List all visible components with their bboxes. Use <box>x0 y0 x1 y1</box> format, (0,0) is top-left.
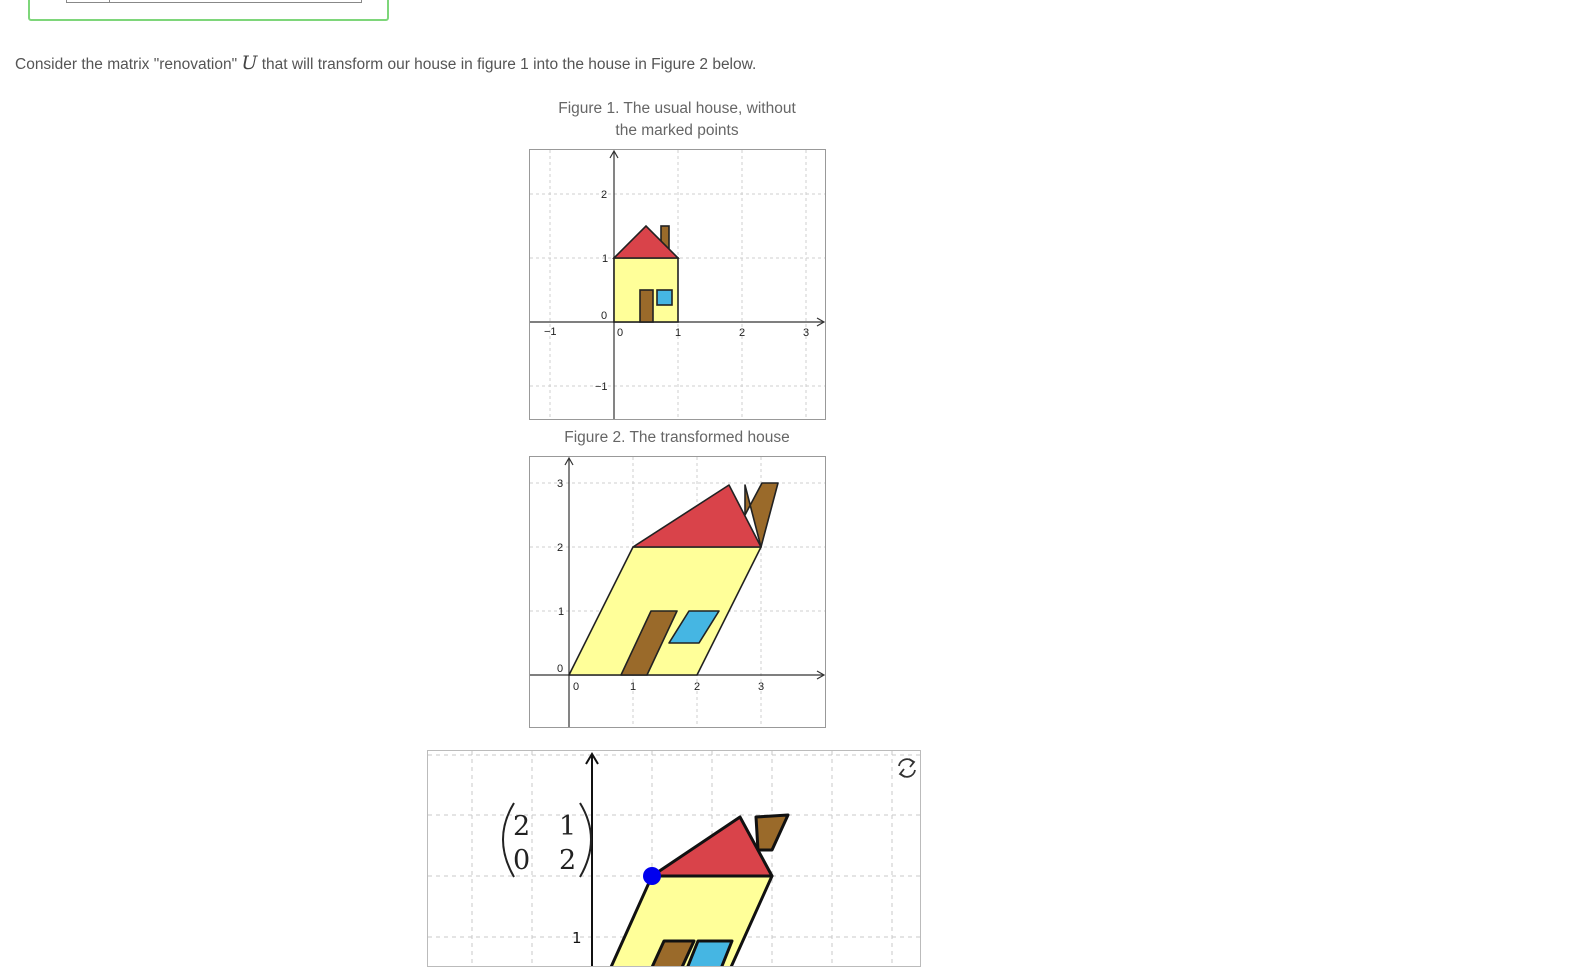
refresh-icon[interactable] <box>898 758 916 778</box>
x-tick: −1 <box>544 326 557 338</box>
figure1-caption-line1: Figure 1. The usual house, without <box>558 100 796 117</box>
draggable-point[interactable] <box>643 867 661 885</box>
matrix-entry-c: 0 <box>513 845 530 876</box>
y-tick: −1 <box>595 381 608 393</box>
figure1-svg: −1 0 1 2 3 2 1 0 −1 <box>530 150 825 419</box>
x-tick: 2 <box>739 327 745 339</box>
x-tick: 1 <box>630 681 636 693</box>
answer-box <box>28 0 389 21</box>
figure2-y-ticks: 3 2 1 0 <box>557 478 564 675</box>
y-tick: 2 <box>601 189 607 201</box>
x-tick: 2 <box>694 681 700 693</box>
applet-house <box>609 813 790 966</box>
x-tick: 1 <box>675 327 681 339</box>
x-tick: 3 <box>803 327 809 339</box>
applet-y-tick: 1 <box>572 929 582 947</box>
y-tick: 2 <box>557 542 563 554</box>
figure1-y-ticks: 2 1 0 −1 <box>595 189 608 393</box>
y-tick: 0 <box>601 310 607 322</box>
figure2-svg: 0 1 2 3 3 2 1 0 <box>530 457 825 727</box>
applet-svg: 2 1 0 2 1 <box>428 751 920 966</box>
figure1-caption-line2: the marked points <box>615 122 739 139</box>
right-paren <box>579 802 592 878</box>
figure2-graph: 0 1 2 3 3 2 1 0 <box>529 456 826 728</box>
figure2-x-ticks: 0 1 2 3 <box>573 681 764 693</box>
x-tick: 0 <box>573 681 579 693</box>
x-tick: 3 <box>758 681 764 693</box>
matrix-display: 2 1 0 2 <box>502 802 592 878</box>
matrix-entry-d: 2 <box>559 845 576 876</box>
matrix-entry-b: 1 <box>559 811 576 842</box>
chimney <box>754 813 790 852</box>
matrix-symbol: U <box>241 52 258 74</box>
y-tick: 0 <box>557 663 563 675</box>
figure1-house <box>612 224 680 323</box>
y-tick: 1 <box>558 606 564 618</box>
window <box>656 289 673 306</box>
figure2-house <box>568 482 779 676</box>
intro-before: Consider the matrix "renovation" <box>15 56 242 73</box>
figure2-caption: Figure 2. The transformed house <box>564 429 790 446</box>
matrix-applet[interactable]: 2 1 0 2 1 <box>427 750 921 967</box>
x-tick: 0 <box>617 327 623 339</box>
matrix-entry-a: 2 <box>513 811 530 842</box>
y-tick: 1 <box>602 253 608 265</box>
figure1-graph: −1 0 1 2 3 2 1 0 −1 <box>529 149 826 420</box>
door <box>639 289 654 323</box>
figure1-x-ticks: −1 0 1 2 3 <box>544 326 809 339</box>
answer-divider <box>109 0 110 2</box>
intro-text: Consider the matrix "renovation" U that … <box>15 52 756 74</box>
y-tick: 3 <box>557 478 563 490</box>
figure1-caption: Figure 1. The usual house, without the m… <box>529 98 825 142</box>
answer-input[interactable] <box>66 0 362 3</box>
intro-after: that will transform our house in figure … <box>257 56 757 73</box>
